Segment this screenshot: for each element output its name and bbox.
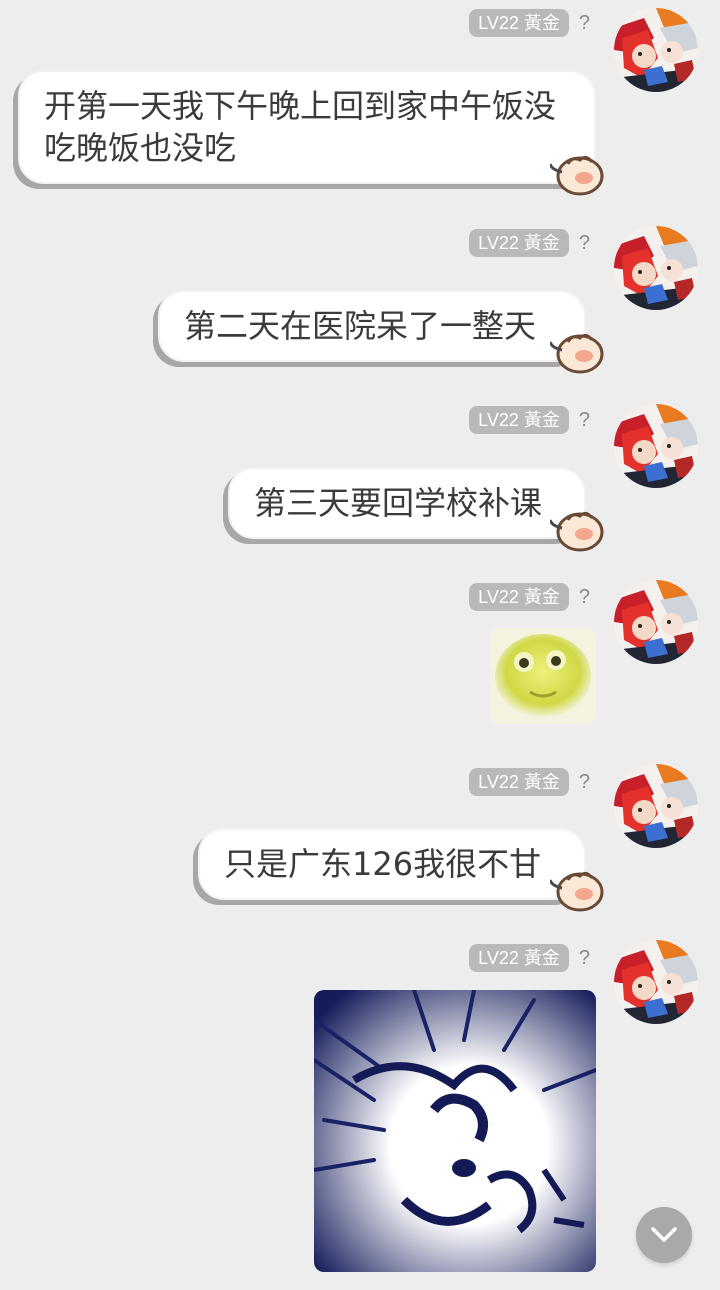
- sender-meta: LV22 黃金 ?: [469, 228, 590, 258]
- avatar[interactable]: [614, 580, 698, 664]
- level-badge: LV22 黃金: [469, 583, 569, 611]
- yellow-frog-face-sticker[interactable]: [490, 628, 596, 724]
- unknown-mark: ?: [578, 585, 590, 608]
- angry-cat-sketch-sticker[interactable]: [314, 990, 596, 1272]
- sender-meta: LV22 黃金 ?: [469, 8, 590, 38]
- message-text: 开第一天我下午晚上回到家中午饭没吃晚饭也没吃: [44, 87, 557, 167]
- level-badge: LV22 黃金: [469, 229, 569, 257]
- message-bubble[interactable]: 开第一天我下午晚上回到家中午饭没吃晚饭也没吃: [18, 70, 596, 184]
- sender-meta: LV22 黃金 ?: [469, 405, 590, 435]
- message-bubble[interactable]: 第三天要回学校补课: [228, 467, 586, 539]
- bubble-paw-icon: [550, 155, 604, 196]
- avatar[interactable]: [614, 226, 698, 310]
- message-text: 只是广东126我很不甘: [224, 845, 542, 883]
- avatar[interactable]: [614, 940, 698, 1024]
- sender-meta: LV22 黃金 ?: [469, 582, 590, 612]
- unknown-mark: ?: [578, 770, 590, 793]
- message-bubble[interactable]: 第二天在医院呆了一整天: [158, 290, 586, 362]
- unknown-mark: ?: [578, 231, 590, 254]
- chevron-down-icon: [651, 1227, 677, 1242]
- sender-meta: LV22 黃金 ?: [469, 767, 590, 797]
- unknown-mark: ?: [578, 408, 590, 431]
- bubble-paw-icon: [550, 333, 604, 374]
- level-badge: LV22 黃金: [469, 406, 569, 434]
- avatar[interactable]: [614, 404, 698, 488]
- message-text: 第二天在医院呆了一整天: [184, 307, 537, 345]
- bubble-paw-icon: [550, 511, 604, 552]
- avatar[interactable]: [614, 8, 698, 92]
- level-badge: LV22 黃金: [469, 944, 569, 972]
- level-badge: LV22 黃金: [469, 9, 569, 37]
- bubble-paw-icon: [550, 871, 604, 912]
- sender-meta: LV22 黃金 ?: [469, 943, 590, 973]
- scroll-down-button[interactable]: [636, 1207, 692, 1263]
- message-text: 第三天要回学校补课: [254, 484, 543, 522]
- avatar[interactable]: [614, 764, 698, 848]
- unknown-mark: ?: [578, 946, 590, 969]
- level-badge: LV22 黃金: [469, 768, 569, 796]
- message-bubble[interactable]: 只是广东126我很不甘: [198, 828, 586, 900]
- unknown-mark: ?: [578, 11, 590, 34]
